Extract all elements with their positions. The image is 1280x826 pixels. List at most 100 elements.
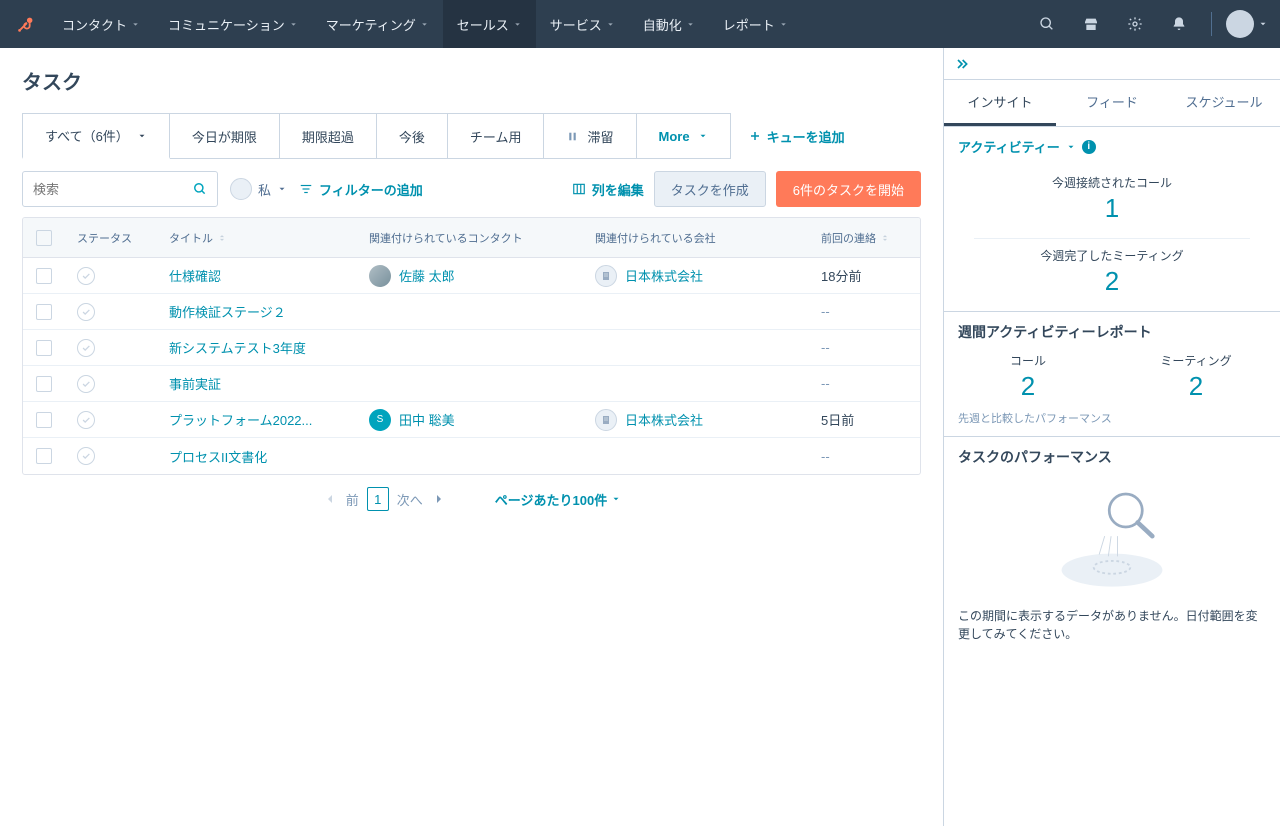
nav-item[interactable]: コミュニケーション <box>154 0 312 48</box>
view-tab[interactable]: 今日が期限 <box>169 113 280 159</box>
row-checkbox[interactable] <box>36 268 52 284</box>
last-contact: 5日前 <box>809 410 920 429</box>
activity-filter[interactable]: アクティビティー i <box>944 127 1280 166</box>
view-tab[interactable]: 滞留 <box>543 113 636 159</box>
stat-connected-calls: 今週接続されたコール 1 <box>944 166 1280 238</box>
account-menu[interactable] <box>1226 10 1268 38</box>
marketplace-icon[interactable] <box>1073 6 1109 42</box>
tab-insights[interactable]: インサイト <box>944 80 1056 126</box>
task-title-link[interactable]: 事前実証 <box>169 374 221 393</box>
col-header-company[interactable]: 関連付けられている会社 <box>583 230 809 246</box>
company-link[interactable]: 日本株式会社 <box>625 410 703 429</box>
tab-more[interactable]: More <box>636 113 731 159</box>
nav-item[interactable]: レポート <box>709 0 802 48</box>
panel-collapse-button[interactable] <box>944 48 1280 80</box>
tab-more-label: More <box>659 129 690 144</box>
col-header-last-contact[interactable]: 前回の連絡 <box>809 230 920 246</box>
status-toggle[interactable] <box>77 375 95 393</box>
create-task-button[interactable]: タスクを作成 <box>654 171 766 207</box>
settings-icon[interactable] <box>1117 6 1153 42</box>
status-toggle[interactable] <box>77 447 95 465</box>
search-icon[interactable] <box>1029 6 1065 42</box>
view-tab[interactable]: チーム用 <box>447 113 545 159</box>
bell-icon[interactable] <box>1161 6 1197 42</box>
per-page-select[interactable]: ページあたり100件 <box>495 490 621 509</box>
col-header-contact[interactable]: 関連付けられているコンタクト <box>357 230 583 246</box>
col-header-title[interactable]: タイトル <box>157 230 357 246</box>
chevron-down-icon <box>779 20 788 29</box>
status-toggle[interactable] <box>77 303 95 321</box>
select-all-checkbox[interactable] <box>36 230 52 246</box>
row-checkbox[interactable] <box>36 412 52 428</box>
table-row: プラットフォーム2022...S田中 聡美日本株式会社5日前 <box>23 402 920 438</box>
table-row: プロセスII文書化-- <box>23 438 920 474</box>
company-icon <box>595 265 617 287</box>
plus-icon <box>749 130 761 142</box>
nav-item[interactable]: サービス <box>536 0 629 48</box>
row-checkbox[interactable] <box>36 340 52 356</box>
add-queue-label: キューを追加 <box>767 127 845 146</box>
view-tab[interactable]: 期限超過 <box>279 113 377 159</box>
chevron-down-icon <box>698 131 708 141</box>
chevron-left-icon[interactable] <box>322 491 338 507</box>
hubspot-logo[interactable] <box>12 10 40 38</box>
contact-link[interactable]: 佐藤 太郎 <box>399 266 455 285</box>
nav-item[interactable]: コンタクト <box>48 0 154 48</box>
company-link[interactable]: 日本株式会社 <box>625 266 703 285</box>
task-title-link[interactable]: 新システムテスト3年度 <box>169 338 306 357</box>
search-icon[interactable] <box>183 182 217 196</box>
row-checkbox[interactable] <box>36 448 52 464</box>
empty-state-text: この期間に表示するデータがありません。日付範囲を変更してみてください。 <box>944 599 1280 651</box>
add-queue-button[interactable]: キューを追加 <box>731 113 863 159</box>
row-checkbox[interactable] <box>36 376 52 392</box>
page-number[interactable]: 1 <box>367 487 389 511</box>
prev-label[interactable]: 前 <box>346 490 359 509</box>
search-input[interactable] <box>23 182 183 197</box>
start-tasks-button[interactable]: 6件のタスクを開始 <box>776 171 921 207</box>
compared-note: 先週と比較したパフォーマンス <box>944 410 1280 436</box>
last-contact: 18分前 <box>809 266 920 285</box>
task-title-link[interactable]: プラットフォーム2022... <box>169 410 312 429</box>
view-tab[interactable]: 今後 <box>376 113 448 159</box>
tab-schedule[interactable]: スケジュール <box>1168 80 1280 126</box>
add-filter-button[interactable]: フィルターの追加 <box>299 180 423 199</box>
filter-icon <box>299 182 313 196</box>
contact-link[interactable]: 田中 聡美 <box>399 410 455 429</box>
task-title-link[interactable]: プロセスII文書化 <box>169 447 267 466</box>
top-nav: コンタクトコミュニケーションマーケティングセールスサービス自動化レポート <box>0 0 1280 48</box>
owner-filter[interactable]: 私 <box>230 178 287 200</box>
user-avatar-icon <box>230 178 252 200</box>
pause-icon <box>566 130 579 143</box>
chevron-double-right-icon <box>954 56 970 72</box>
chevron-down-icon <box>686 20 695 29</box>
edit-columns-button[interactable]: 列を編集 <box>572 180 644 199</box>
nav-item[interactable]: マーケティング <box>312 0 443 48</box>
col-header-status[interactable]: ステータス <box>65 230 157 246</box>
task-title-link[interactable]: 動作検証ステージ２ <box>169 302 286 321</box>
status-toggle[interactable] <box>77 411 95 429</box>
chevron-right-icon[interactable] <box>431 491 447 507</box>
table-header: ステータス タイトル 関連付けられているコンタクト 関連付けられている会社 前回… <box>23 218 920 258</box>
next-label[interactable]: 次へ <box>397 490 423 509</box>
nav-item[interactable]: セールス <box>443 0 536 48</box>
info-icon[interactable]: i <box>1082 140 1096 154</box>
view-tab[interactable]: すべて（6件） <box>22 113 170 159</box>
columns-icon <box>572 182 586 196</box>
company-icon <box>595 409 617 431</box>
nav-item[interactable]: 自動化 <box>629 0 709 48</box>
divider <box>1211 12 1212 36</box>
chevron-down-icon <box>1066 142 1076 152</box>
task-title-link[interactable]: 仕様確認 <box>169 266 221 285</box>
chevron-down-icon <box>1258 19 1268 29</box>
table-row: 新システムテスト3年度-- <box>23 330 920 366</box>
user-avatar <box>1226 10 1254 38</box>
sort-icon <box>217 233 227 243</box>
chevron-down-icon <box>289 20 298 29</box>
last-contact: -- <box>809 376 920 391</box>
status-toggle[interactable] <box>77 267 95 285</box>
status-toggle[interactable] <box>77 339 95 357</box>
row-checkbox[interactable] <box>36 304 52 320</box>
tab-feed[interactable]: フィード <box>1056 80 1168 126</box>
pagination: 前 1 次へ ページあたり100件 <box>22 475 921 523</box>
view-tabs: すべて（6件）今日が期限期限超過今後チーム用滞留 More キューを追加 <box>22 113 921 159</box>
